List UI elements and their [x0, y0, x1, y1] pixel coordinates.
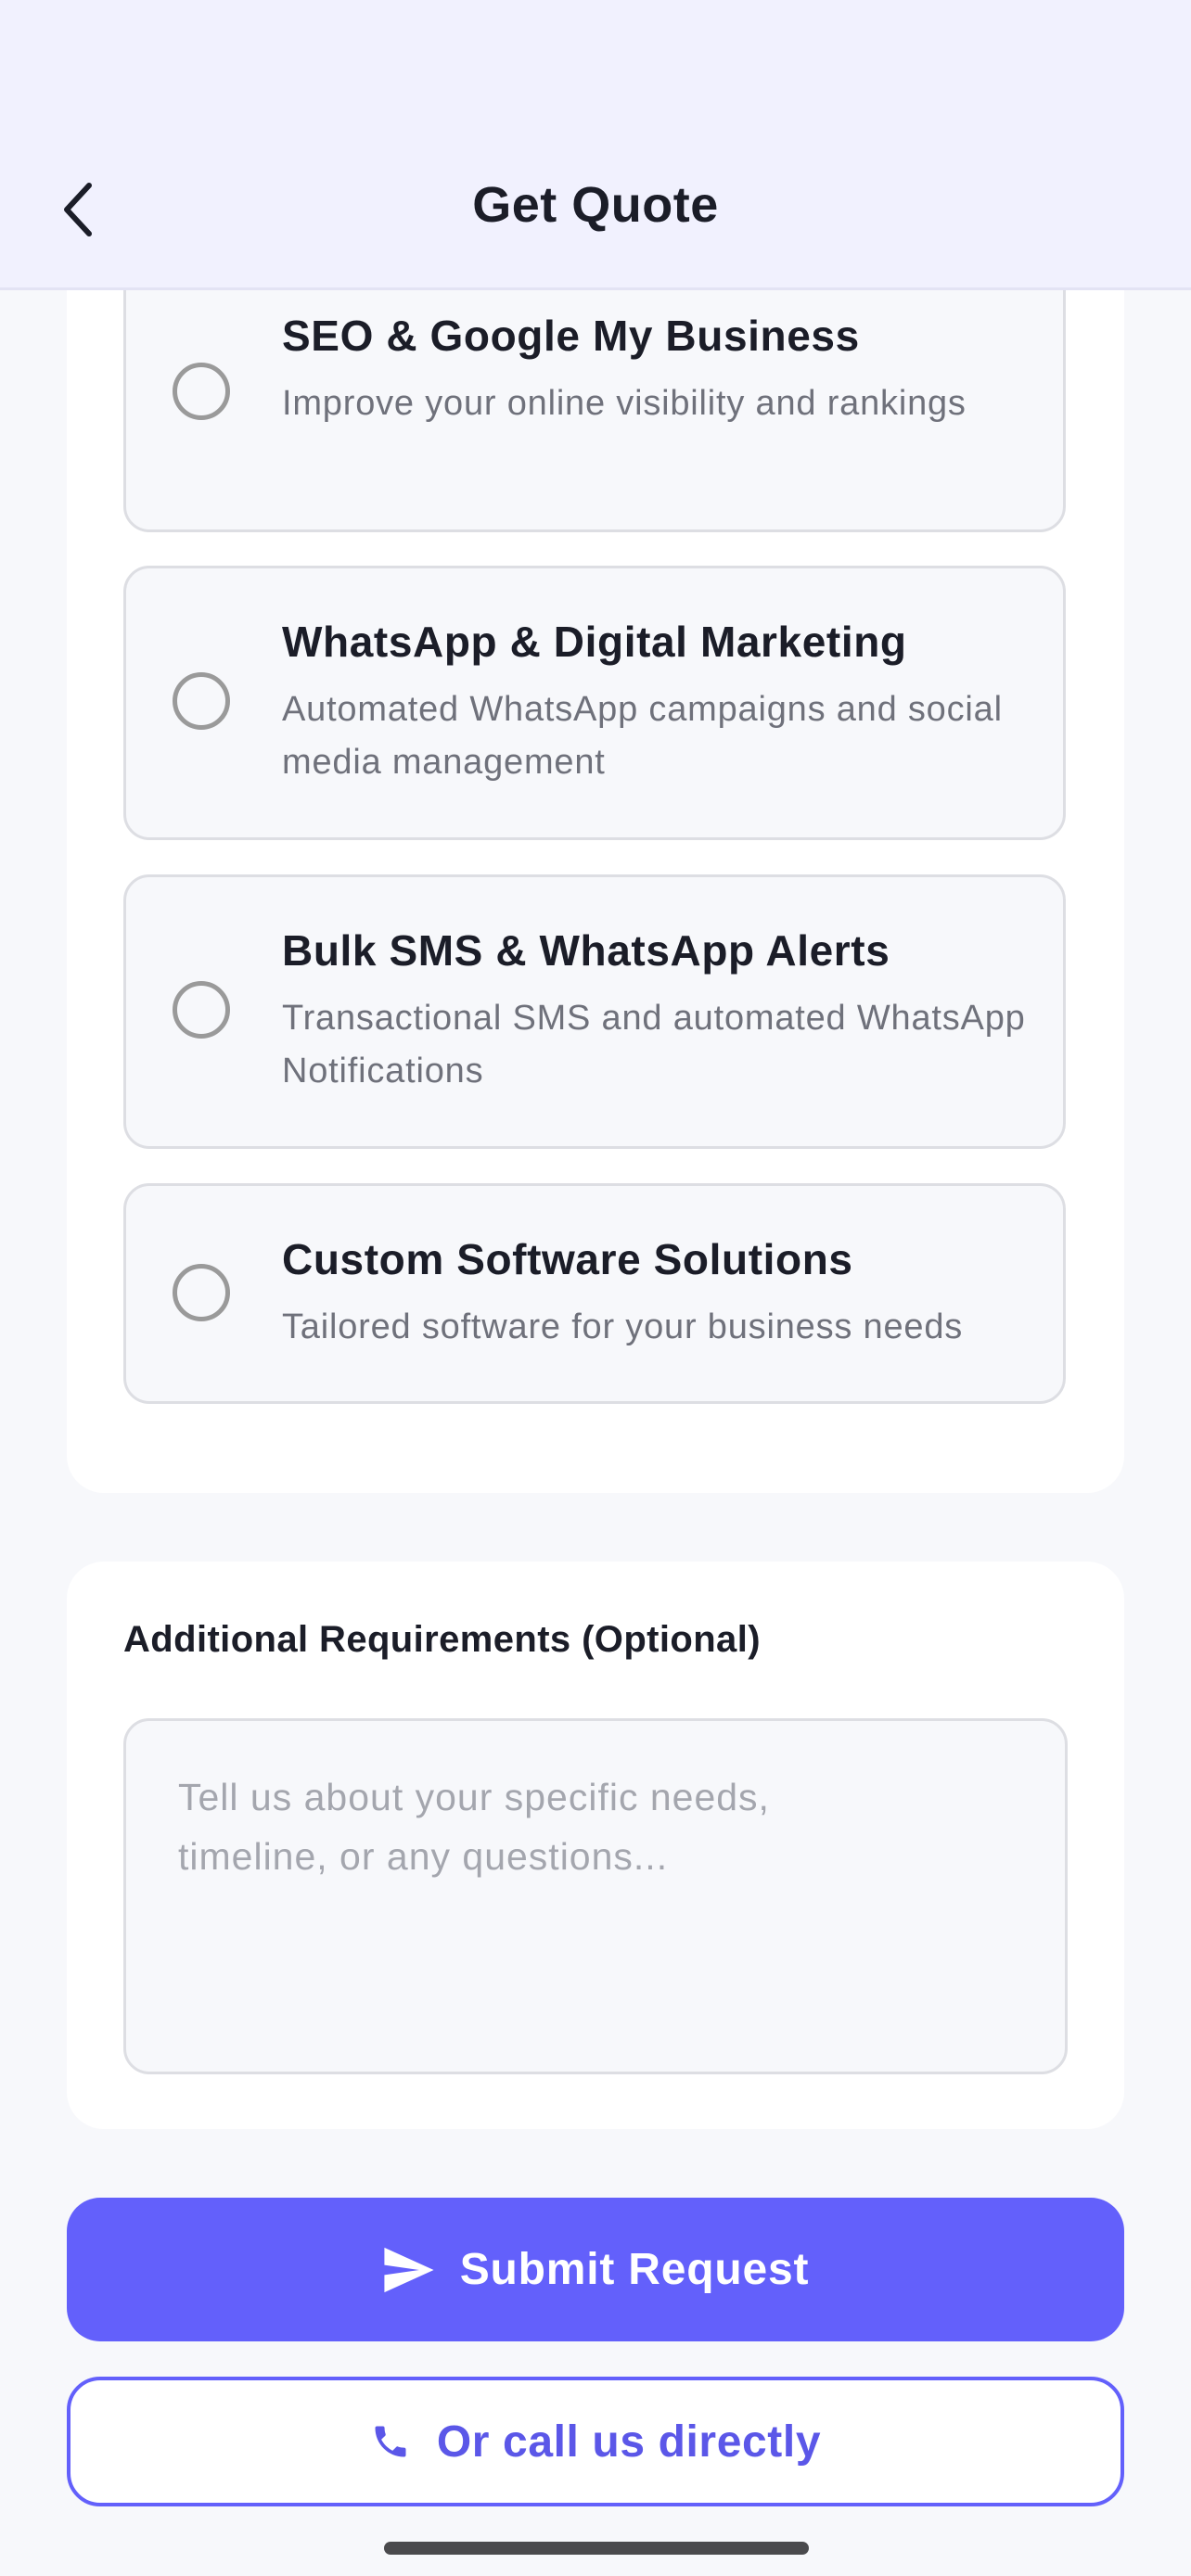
- radio-button[interactable]: [173, 981, 230, 1039]
- call-label: Or call us directly: [436, 2417, 822, 2467]
- service-option-seo[interactable]: SEO & Google My Business Improve your on…: [123, 260, 1066, 532]
- requirements-label: Additional Requirements (Optional): [123, 1619, 761, 1660]
- radio-button[interactable]: [173, 1264, 230, 1321]
- send-icon: [384, 2247, 434, 2292]
- submit-request-button[interactable]: Submit Request: [67, 2198, 1124, 2341]
- requirements-textarea[interactable]: Tell us about your specific needs, timel…: [123, 1718, 1068, 2074]
- page-title: Get Quote: [472, 177, 719, 233]
- home-indicator: [384, 2542, 809, 2555]
- submit-label: Submit Request: [459, 2245, 810, 2294]
- call-directly-button[interactable]: Or call us directly: [67, 2377, 1124, 2506]
- requirements-placeholder: Tell us about your specific needs, timel…: [178, 1776, 770, 1878]
- service-description: Tailored software for your business need…: [282, 1307, 964, 1346]
- radio-button[interactable]: [173, 672, 230, 730]
- radio-button[interactable]: [173, 363, 230, 420]
- service-option-whatsapp-marketing[interactable]: WhatsApp & Digital Marketing Automated W…: [123, 566, 1066, 840]
- service-option-bulk-sms[interactable]: Bulk SMS & WhatsApp Alerts Transactional…: [123, 874, 1066, 1149]
- service-title: Custom Software Solutions: [282, 1235, 853, 1283]
- service-title: WhatsApp & Digital Marketing: [282, 618, 907, 666]
- service-title: Bulk SMS & WhatsApp Alerts: [282, 926, 890, 975]
- service-title: SEO & Google My Business: [282, 312, 860, 360]
- app-header: Get Quote: [0, 0, 1191, 290]
- service-description: Automated WhatsApp campaigns and social …: [282, 690, 1003, 782]
- service-description: Transactional SMS and automated WhatsApp…: [282, 999, 1026, 1090]
- service-option-custom-software[interactable]: Custom Software Solutions Tailored softw…: [123, 1183, 1066, 1404]
- service-description: Improve your online visibility and ranki…: [282, 384, 967, 423]
- phone-icon: [375, 2426, 406, 2457]
